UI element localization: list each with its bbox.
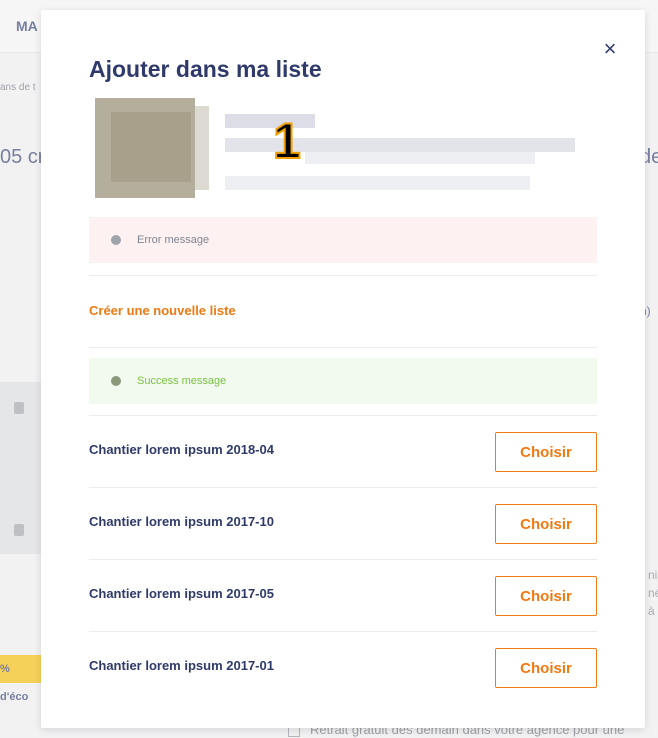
error-message: Error message — [137, 234, 210, 246]
success-message: Success message — [137, 375, 227, 387]
product-text-blur — [225, 114, 315, 128]
product-thumbnail-shade — [111, 112, 191, 182]
divider — [89, 347, 597, 348]
list-name: Chantier lorem ipsum 2018-04 — [89, 442, 274, 457]
list-name: Chantier lorem ipsum 2017-01 — [89, 658, 274, 673]
divider — [89, 275, 597, 276]
create-new-list-link[interactable]: Créer une nouvelle liste — [89, 303, 236, 318]
annotation-number: 1 — [272, 112, 302, 170]
product-text-blur — [305, 152, 535, 164]
choose-button[interactable]: Choisir — [495, 648, 597, 688]
modal-title: Ajouter dans ma liste — [89, 56, 322, 82]
close-icon[interactable]: × — [601, 38, 619, 60]
error-alert: Error message — [89, 217, 597, 263]
product-thumbnail-edge — [195, 106, 209, 190]
info-dot-icon — [111, 376, 121, 386]
list-item: Chantier lorem ipsum 2017-10 Choisir — [89, 488, 597, 560]
list-name: Chantier lorem ipsum 2017-05 — [89, 586, 274, 601]
product-text-blur — [225, 176, 530, 190]
info-dot-icon — [111, 235, 121, 245]
choose-button[interactable]: Choisir — [495, 504, 597, 544]
list-item: Chantier lorem ipsum 2017-01 Choisir — [89, 632, 597, 704]
success-alert: Success message — [89, 358, 597, 404]
list-item: Chantier lorem ipsum 2018-04 Choisir — [89, 416, 597, 488]
list-item: Chantier lorem ipsum 2017-05 Choisir — [89, 560, 597, 632]
choose-button[interactable]: Choisir — [495, 576, 597, 616]
list-name: Chantier lorem ipsum 2017-10 — [89, 514, 274, 529]
add-to-list-modal: × Ajouter dans ma liste 1 Error message … — [41, 10, 645, 728]
product-preview — [95, 98, 595, 198]
choose-button[interactable]: Choisir — [495, 432, 597, 472]
